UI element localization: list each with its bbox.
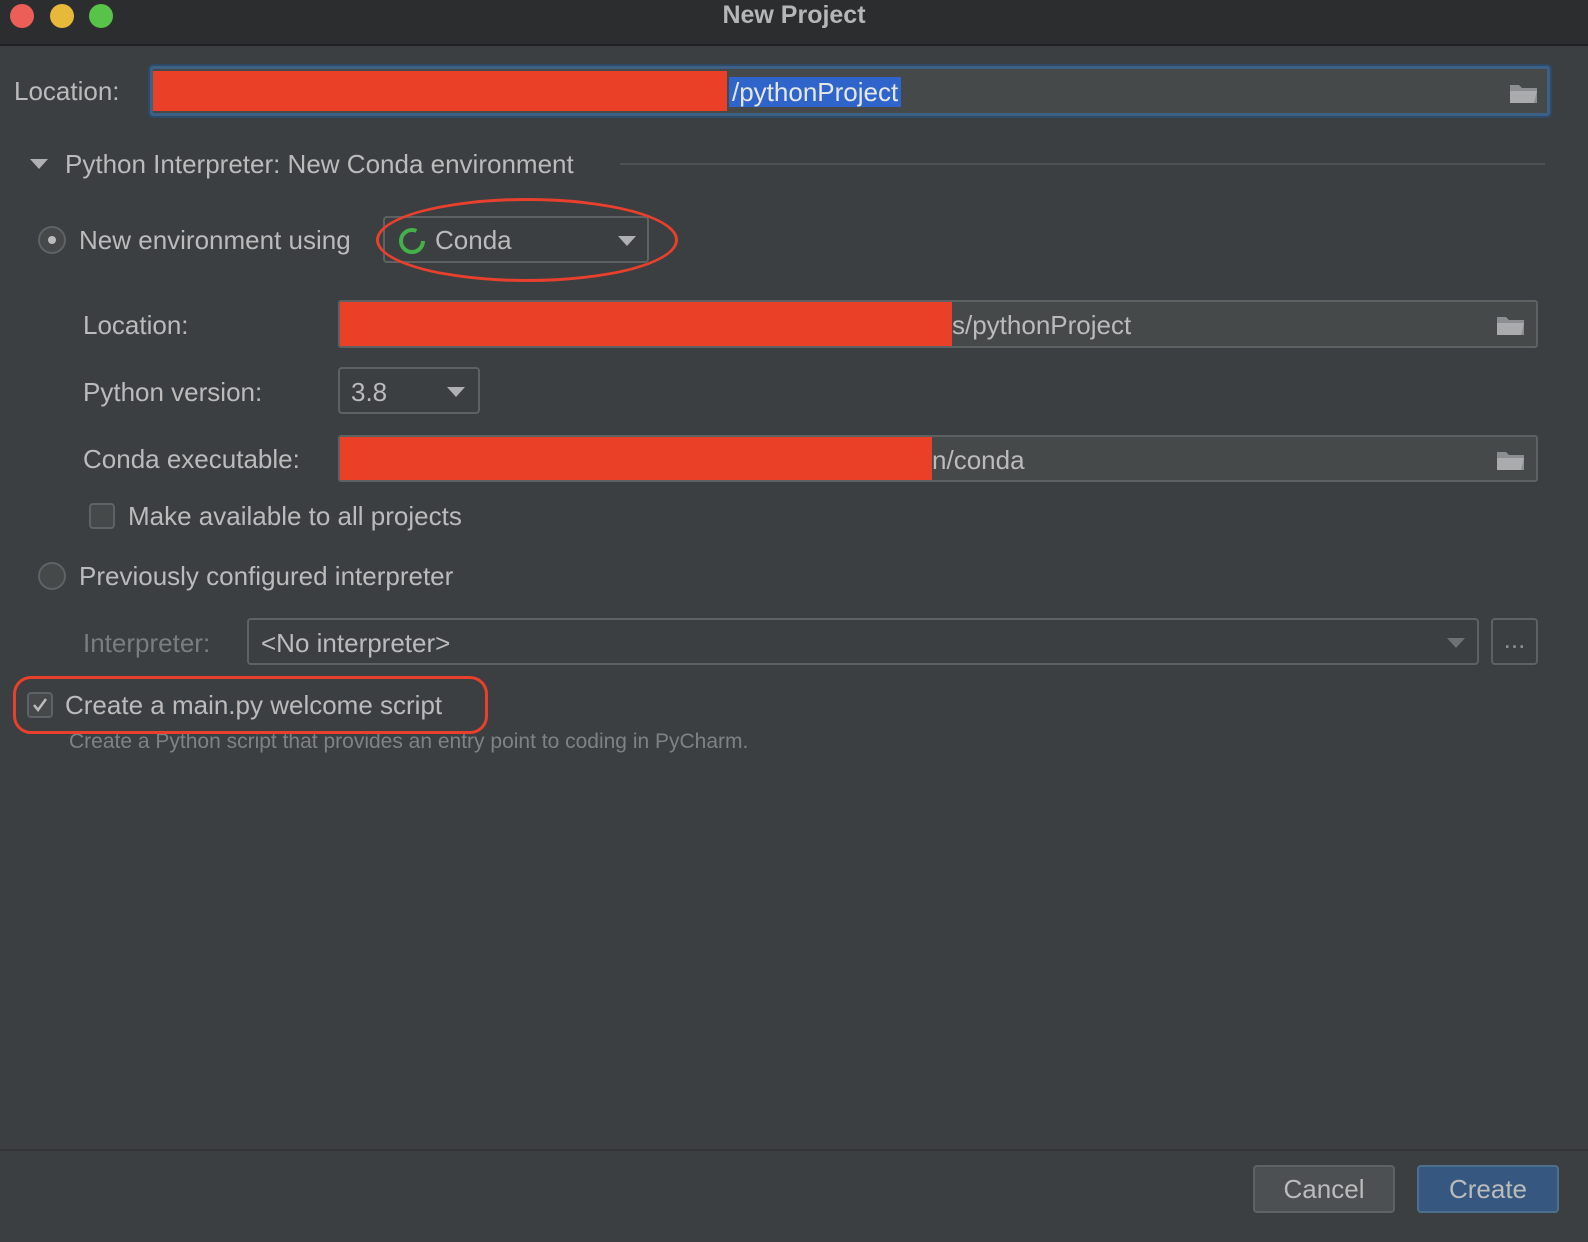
env-location-label: Location: (83, 310, 189, 340)
new-environment-radio[interactable] (38, 226, 66, 254)
project-location-value: /pythonProject (729, 77, 902, 108)
existing-interpreter-label[interactable]: Previously configured interpreter (79, 561, 453, 592)
interpreter-value: <No interpreter> (261, 628, 451, 658)
python-version-dropdown[interactable]: 3.8 (338, 367, 480, 414)
create-button[interactable]: Create (1417, 1165, 1559, 1213)
redacted-path (153, 71, 727, 111)
interpreter-section-header[interactable]: Python Interpreter: New Conda environmen… (65, 149, 574, 180)
new-environment-label[interactable]: New environment using (79, 225, 351, 256)
folder-icon[interactable] (1509, 82, 1539, 104)
make-available-label[interactable]: Make available to all projects (128, 501, 462, 532)
env-location-field[interactable]: s/pythonProject (338, 300, 1538, 348)
highlight-annotation-welcome (13, 676, 488, 734)
cancel-button[interactable]: Cancel (1253, 1165, 1395, 1213)
chevron-down-icon (447, 387, 465, 397)
conda-executable-field[interactable]: n/conda (338, 435, 1538, 482)
interpreter-dropdown[interactable]: <No interpreter> (247, 618, 1479, 665)
window-title: New Project (722, 1, 866, 29)
section-separator (620, 163, 1545, 165)
python-version-label: Python version: (83, 377, 263, 407)
redacted-path (340, 302, 952, 346)
interpreter-label: Interpreter: (83, 628, 211, 658)
folder-icon[interactable] (1496, 314, 1526, 336)
footer-separator (0, 1149, 1588, 1151)
project-location-label: Location: (14, 76, 120, 106)
redacted-path (340, 437, 932, 480)
highlight-annotation-conda (376, 198, 678, 282)
folder-icon[interactable] (1496, 449, 1526, 471)
browse-interpreter-button[interactable]: ... (1491, 618, 1538, 665)
python-version-value: 3.8 (351, 377, 388, 407)
conda-executable-value: n/conda (932, 445, 1025, 475)
chevron-down-icon (1447, 638, 1465, 648)
collapse-triangle-icon[interactable] (30, 159, 48, 169)
env-location-value: s/pythonProject (952, 310, 1132, 340)
make-available-checkbox[interactable] (89, 503, 115, 529)
title-bar: New Project (0, 0, 1588, 46)
project-location-field[interactable]: /pythonProject (150, 66, 1550, 116)
existing-interpreter-radio[interactable] (38, 562, 66, 590)
conda-executable-label: Conda executable: (83, 444, 300, 474)
